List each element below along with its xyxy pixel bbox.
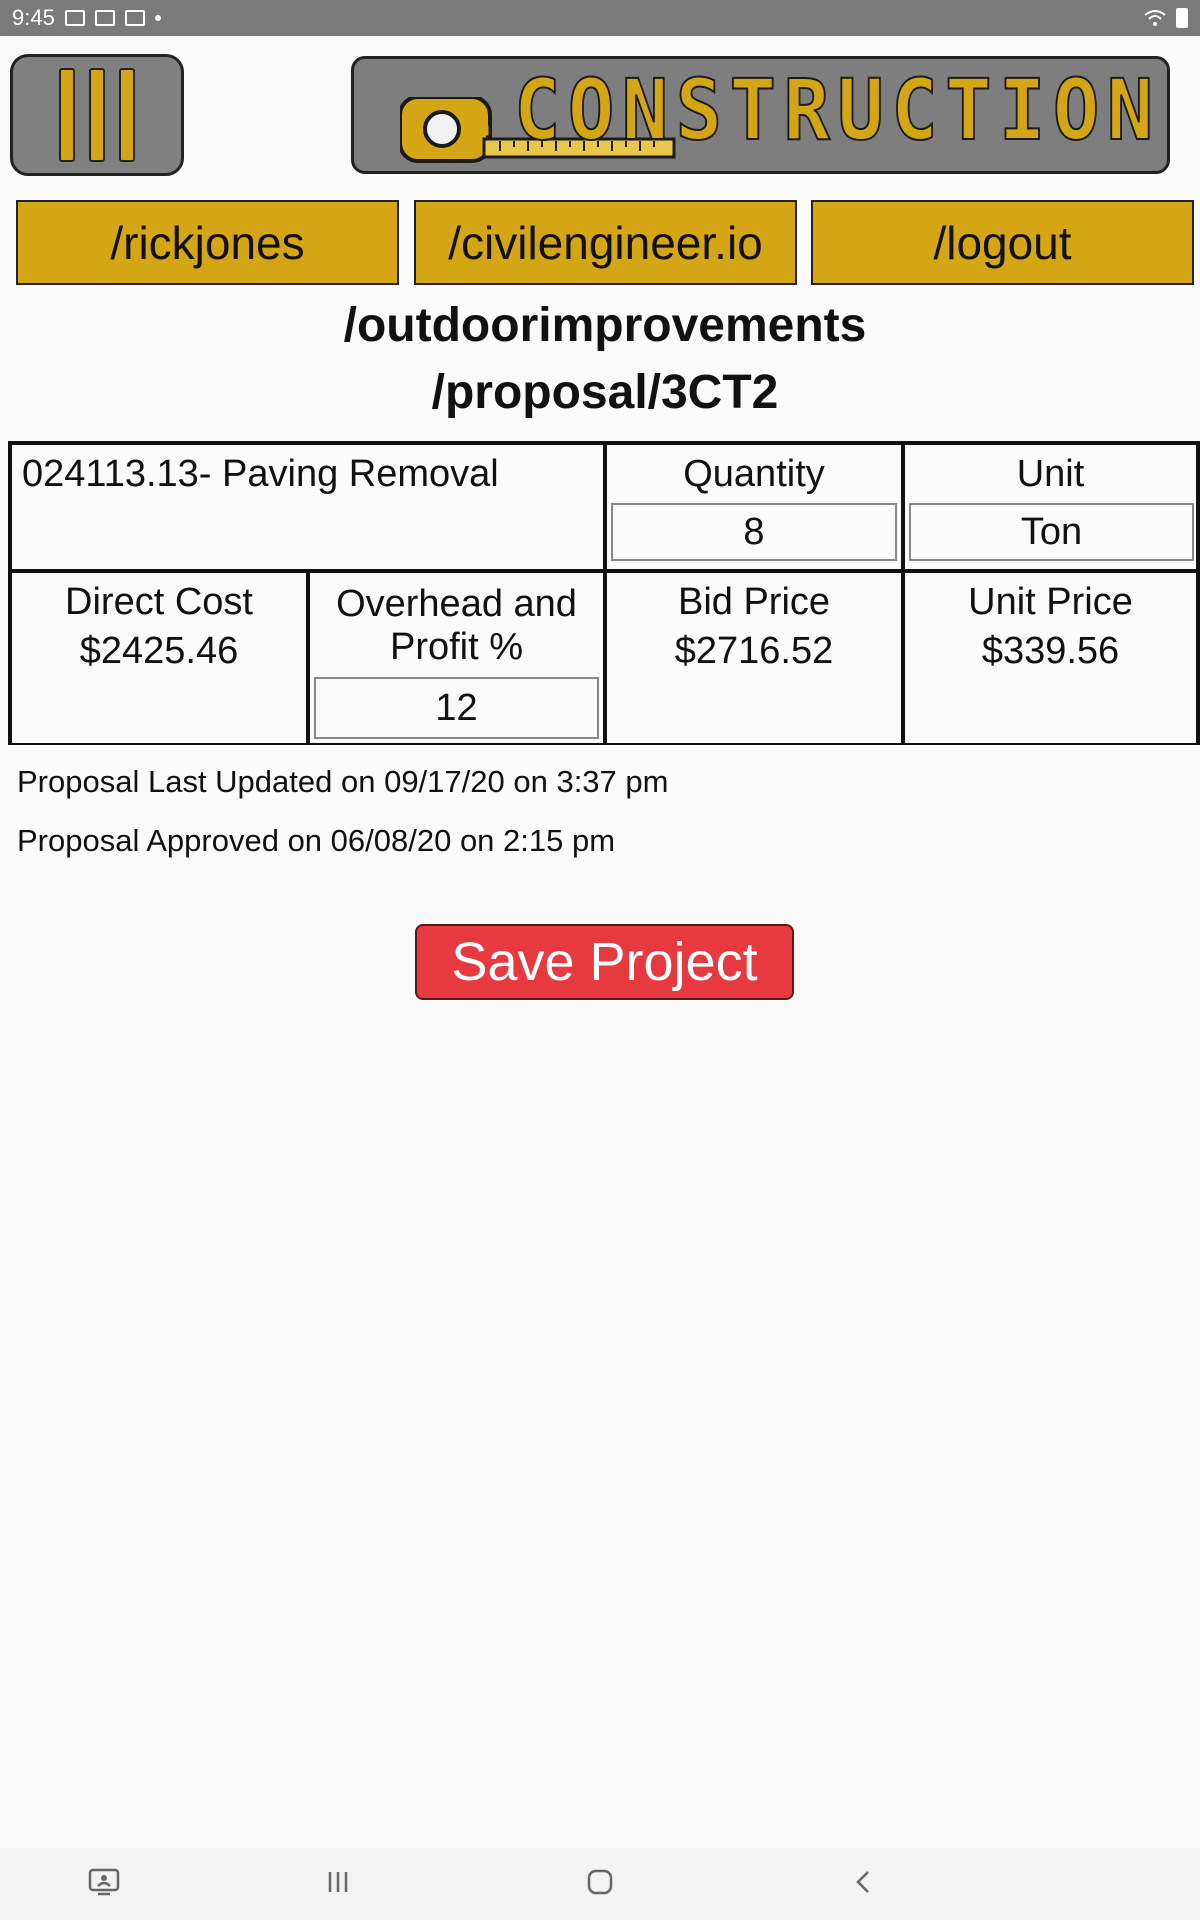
battery-icon: [1176, 8, 1188, 28]
unit-input[interactable]: Ton: [909, 503, 1194, 561]
quantity-cell: Quantity 8: [605, 443, 903, 571]
bid-price-value: $2716.52: [674, 630, 834, 672]
construction-logo[interactable]: CONSTRUCTION: [351, 56, 1170, 174]
overhead-label-line2: Profit %: [389, 626, 524, 668]
unit-price-label: Unit Price: [968, 581, 1133, 623]
bid-price-label: Bid Price: [677, 581, 831, 623]
menu-button[interactable]: [10, 54, 184, 176]
direct-cost-cell: Direct Cost $2425.46: [10, 571, 308, 745]
screen-mirror-icon[interactable]: [88, 1868, 120, 1901]
back-icon[interactable]: [852, 1868, 876, 1901]
image-icon: [64, 10, 85, 26]
mail-icon: [124, 10, 145, 26]
page-title-line1: /outdoorimprovements: [343, 299, 867, 352]
bid-price-cell: Bid Price $2716.52: [605, 571, 903, 745]
unit-cell: Unit Ton: [903, 443, 1198, 571]
home-icon[interactable]: [586, 1868, 614, 1901]
status-time: 9:45: [12, 5, 55, 30]
proposal-table: 024113.13- Paving Removal Quantity 8 Uni…: [8, 441, 1200, 745]
unit-label: Unit: [1016, 453, 1085, 495]
menu-bar-icon: [59, 68, 75, 162]
wifi-icon: [1144, 9, 1166, 27]
nav-site-button[interactable]: /civilengineer.io: [414, 200, 797, 285]
quantity-label: Quantity: [683, 453, 825, 495]
unit-price-value: $339.56: [981, 630, 1120, 672]
menu-bar-icon: [119, 68, 135, 162]
recent-apps-icon[interactable]: [324, 1868, 352, 1901]
page-title-line2: /proposal/3CT2: [431, 366, 779, 419]
overhead-cell: Overhead and Profit % 12: [308, 571, 605, 745]
menu-bar-icon: [89, 68, 105, 162]
item-cell: 024113.13- Paving Removal: [10, 443, 605, 571]
item-description: 024113.13- Paving Removal: [22, 453, 499, 495]
save-project-button[interactable]: Save Project: [415, 924, 794, 1000]
direct-cost-value: $2425.46: [79, 630, 239, 672]
logo-text: CONSTRUCTION: [513, 60, 1161, 160]
status-bar: 9:45: [0, 0, 1200, 36]
nav-user-button[interactable]: /rickjones: [16, 200, 399, 285]
person-icon: [94, 10, 115, 26]
last-updated-text: Proposal Last Updated on 09/17/20 on 3:3…: [17, 764, 669, 799]
direct-cost-label: Direct Cost: [65, 581, 253, 623]
overhead-label-line1: Overhead and: [336, 583, 577, 625]
unit-price-cell: Unit Price $339.56: [903, 571, 1198, 745]
system-nav-bar: [0, 1848, 1200, 1920]
dot-icon: [154, 15, 161, 21]
approved-text: Proposal Approved on 06/08/20 on 2:15 pm: [17, 823, 616, 858]
quantity-input[interactable]: 8: [611, 503, 897, 561]
overhead-input[interactable]: 12: [314, 677, 599, 739]
nav-logout-button[interactable]: /logout: [811, 200, 1194, 285]
